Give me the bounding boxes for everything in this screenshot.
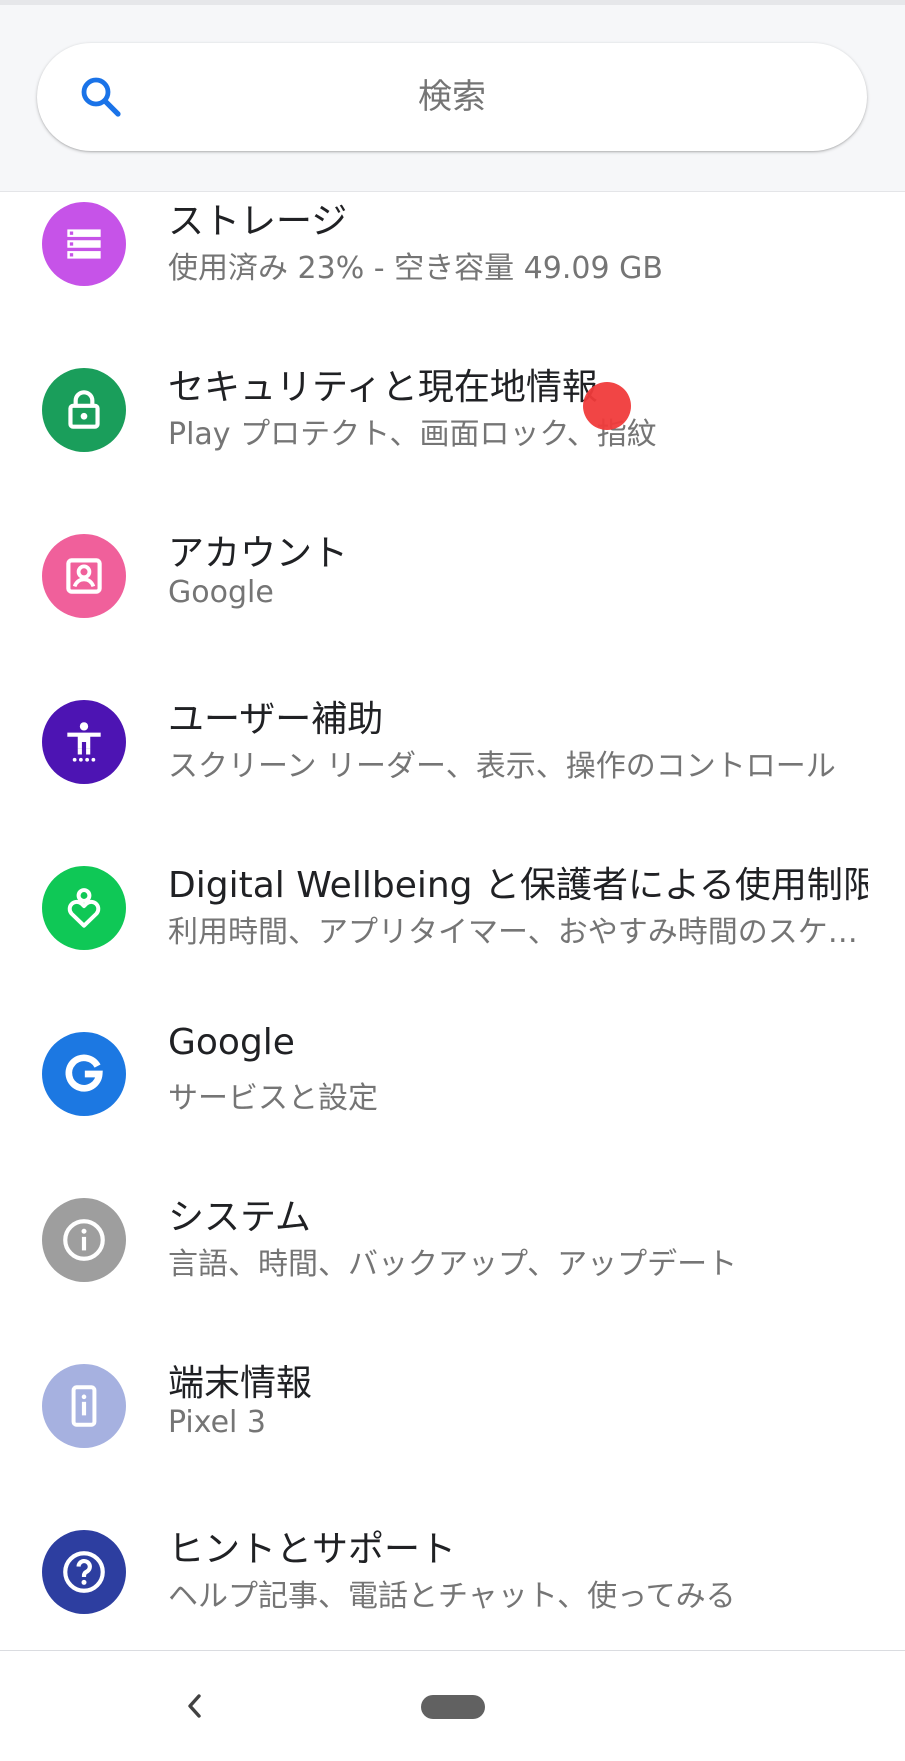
phone-info-icon bbox=[71, 1385, 97, 1427]
settings-item-subtitle: 利用時間、アプリタイマー、おやすみ時間のスケジュール bbox=[168, 915, 858, 950]
wellbeing-heart-icon bbox=[67, 888, 101, 928]
lock-icon-badge bbox=[42, 368, 126, 452]
help-icon bbox=[63, 1551, 105, 1593]
settings-item-title: システム bbox=[168, 1197, 311, 1238]
accessibility-icon-badge bbox=[42, 700, 126, 784]
storage-icon bbox=[67, 229, 101, 259]
settings-list: ストレージ 使用済み 23% - 空き容量 49.09 GB セキュリティと現在… bbox=[0, 192, 905, 1650]
settings-item-storage[interactable]: ストレージ 使用済み 23% - 空き容量 49.09 GB bbox=[0, 192, 905, 310]
settings-item-subtitle: サービスと設定 bbox=[168, 1081, 378, 1116]
settings-item-accounts[interactable]: アカウント Google bbox=[0, 492, 905, 642]
info-icon bbox=[63, 1219, 105, 1261]
about-icon-badge bbox=[42, 1364, 126, 1448]
google-icon-badge bbox=[42, 1032, 126, 1116]
settings-item-digital-wellbeing[interactable]: Digital Wellbeing と保護者による使用制限 利用時間、アプリタイ… bbox=[0, 824, 905, 974]
accessibility-icon bbox=[67, 722, 101, 762]
settings-item-google[interactable]: Google サービスと設定 bbox=[0, 990, 905, 1140]
settings-item-subtitle: Google bbox=[168, 575, 274, 610]
settings-item-subtitle: Pixel 3 bbox=[168, 1405, 267, 1440]
lock-icon bbox=[68, 390, 100, 429]
chevron-left-icon[interactable] bbox=[180, 1681, 210, 1731]
settings-item-title: ユーザー補助 bbox=[168, 699, 384, 740]
account-icon-badge bbox=[42, 534, 126, 618]
settings-item-subtitle: 言語、時間、バックアップ、アップデート bbox=[168, 1247, 738, 1282]
settings-item-subtitle: Play プロテクト、画面ロック、指紋 bbox=[168, 417, 657, 452]
settings-item-subtitle: 使用済み 23% - 空き容量 49.09 GB bbox=[168, 251, 663, 286]
tips-icon-badge bbox=[42, 1530, 126, 1614]
settings-item-accessibility[interactable]: ユーザー補助 スクリーン リーダー、表示、操作のコントロール bbox=[0, 658, 905, 808]
wellbeing-icon-badge bbox=[42, 866, 126, 950]
home-pill-icon[interactable] bbox=[421, 1695, 485, 1719]
settings-item-title: ストレージ bbox=[168, 201, 348, 242]
settings-item-security[interactable]: セキュリティと現在地情報 Play プロテクト、画面ロック、指紋 bbox=[0, 326, 905, 476]
search-placeholder: 検索 bbox=[418, 77, 486, 117]
navigation-bar bbox=[0, 1650, 905, 1761]
settings-item-about-phone[interactable]: 端末情報 Pixel 3 bbox=[0, 1322, 905, 1472]
touch-indicator bbox=[583, 382, 631, 430]
settings-item-subtitle: ヘルプ記事、電話とチャット、使ってみる bbox=[168, 1579, 736, 1614]
search-bar[interactable]: 検索 bbox=[37, 43, 867, 151]
settings-item-tips-support[interactable]: ヒントとサポート ヘルプ記事、電話とチャット、使ってみる bbox=[0, 1488, 905, 1638]
settings-item-title: セキュリティと現在地情報 bbox=[168, 367, 598, 408]
settings-item-title: Google bbox=[168, 1022, 295, 1063]
account-icon bbox=[66, 558, 102, 594]
settings-item-title: 端末情報 bbox=[168, 1363, 313, 1404]
settings-item-subtitle: スクリーン リーダー、表示、操作のコントロール bbox=[168, 749, 836, 784]
google-g-icon bbox=[65, 1054, 103, 1092]
settings-item-title: Digital Wellbeing と保護者による使用制限 bbox=[168, 865, 868, 906]
settings-item-title: ヒントとサポート bbox=[168, 1529, 457, 1570]
search-header: 検索 bbox=[0, 5, 905, 192]
settings-item-title: アカウント bbox=[168, 533, 349, 574]
system-icon-badge bbox=[42, 1198, 126, 1282]
settings-item-system[interactable]: システム 言語、時間、バックアップ、アップデート bbox=[0, 1156, 905, 1306]
storage-icon-badge bbox=[42, 202, 126, 286]
